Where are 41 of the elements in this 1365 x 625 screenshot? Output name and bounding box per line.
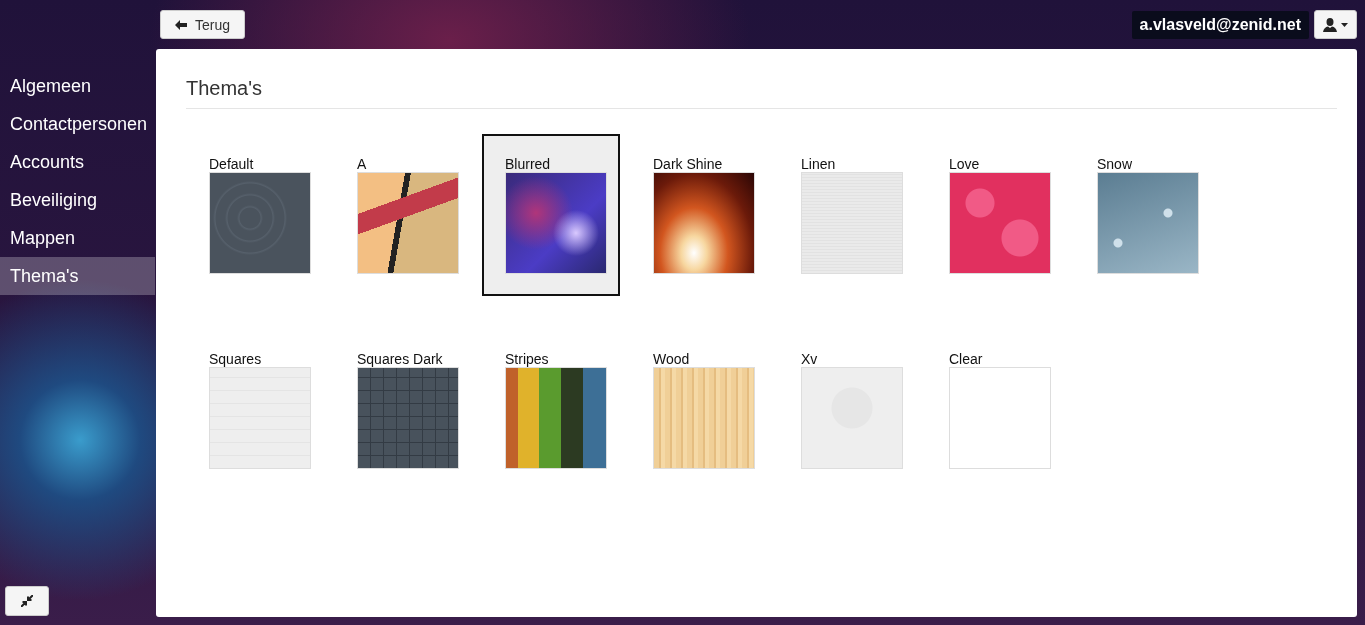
back-button[interactable]: Terug: [160, 10, 246, 39]
theme-option[interactable]: Stripes: [482, 329, 620, 491]
theme-option[interactable]: A: [334, 134, 472, 296]
theme-name: Love: [949, 156, 981, 172]
theme-option[interactable]: Linen: [778, 134, 916, 296]
theme-option[interactable]: Squares: [186, 329, 324, 491]
theme-name: Wood: [653, 351, 691, 367]
theme-name: Linen: [801, 156, 837, 172]
user-email: a.vlasveld@zenid.net: [1131, 10, 1309, 39]
collapse-arrows-icon: [21, 595, 33, 607]
theme-name: Snow: [1097, 156, 1134, 172]
theme-option[interactable]: Dark Shine: [630, 134, 768, 296]
sidebar-item[interactable]: Contactpersonen: [0, 105, 155, 143]
theme-name: Stripes: [505, 351, 550, 367]
sidebar-item[interactable]: Accounts: [0, 143, 155, 181]
sidebar-item[interactable]: Algemeen: [0, 67, 155, 105]
theme-name: Xv: [801, 351, 819, 367]
user-menu-button[interactable]: [1314, 10, 1357, 39]
theme-name: Squares: [209, 351, 263, 367]
theme-name: Default: [209, 156, 255, 172]
theme-option[interactable]: Squares Dark: [334, 329, 472, 491]
sidebar-item[interactable]: Mappen: [0, 219, 155, 257]
back-arrow-icon: [175, 19, 187, 30]
sidebar-item[interactable]: Thema's: [0, 257, 155, 295]
sidebar-item[interactable]: Beveiliging: [0, 181, 155, 219]
theme-option[interactable]: Wood: [630, 329, 768, 491]
theme-name: Blurred: [505, 156, 552, 172]
user-icon: [1323, 17, 1337, 32]
theme-option[interactable]: Love: [926, 134, 1064, 296]
collapse-button[interactable]: [5, 586, 49, 616]
theme-name: Dark Shine: [653, 156, 724, 172]
caret-icon: [1341, 22, 1348, 27]
theme-option[interactable]: Xv: [778, 329, 916, 491]
theme-name: Squares Dark: [357, 351, 444, 367]
theme-name: Clear: [949, 351, 984, 367]
theme-option[interactable]: Clear: [926, 329, 1064, 491]
theme-name: A: [357, 156, 368, 172]
theme-option[interactable]: Snow: [1074, 134, 1212, 296]
panel-title: Thema's: [186, 77, 1337, 109]
theme-option[interactable]: Blurred: [482, 134, 620, 296]
theme-option[interactable]: Default: [186, 134, 324, 296]
